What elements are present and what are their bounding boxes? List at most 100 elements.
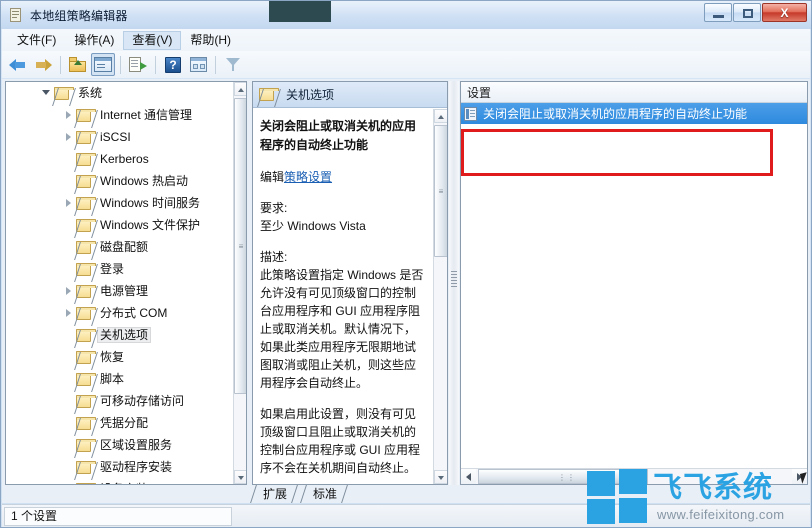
tree-node[interactable]: 系统: [6, 82, 233, 104]
policy-setting-link[interactable]: 策略设置: [284, 170, 332, 184]
chevron-open-icon[interactable]: [40, 82, 54, 104]
tree-node[interactable]: Windows 时间服务: [6, 192, 233, 214]
detail-scroll-thumb[interactable]: ≡: [434, 125, 447, 257]
scroll-up-button[interactable]: [234, 82, 246, 96]
tree-node[interactable]: 脚本: [6, 368, 233, 390]
tree-node-label: iSCSI: [100, 130, 131, 144]
pane-splitter[interactable]: [449, 81, 459, 485]
toolbar-separator: [60, 55, 61, 74]
tree-node[interactable]: 可移动存储访问: [6, 390, 233, 412]
console-tree-scrollbar[interactable]: ≡: [233, 82, 246, 484]
tree-node[interactable]: Windows 热启动: [6, 170, 233, 192]
chevron-closed-icon[interactable]: [62, 302, 76, 324]
detail-header-label: 关机选项: [286, 88, 335, 102]
folder-icon: [76, 328, 96, 342]
toolbar-separator: [155, 55, 156, 74]
menu-file[interactable]: 文件(F): [8, 31, 65, 50]
show-properties-button[interactable]: [91, 53, 115, 76]
scroll-grip-icon: ≡: [438, 187, 444, 196]
folder-icon: [76, 262, 96, 276]
close-button[interactable]: X: [762, 3, 807, 22]
tree-node[interactable]: 恢复: [6, 346, 233, 368]
forward-button[interactable]: [31, 53, 55, 76]
tree-node[interactable]: Internet 通信管理: [6, 104, 233, 126]
menu-help[interactable]: 帮助(H): [181, 31, 240, 50]
detail-pane-scrollbar[interactable]: ≡: [433, 109, 447, 484]
tree-node-label: Windows 热启动: [100, 174, 189, 188]
tree-node[interactable]: 关机选项: [6, 324, 233, 346]
console-tree-pane[interactable]: 系统 Internet 通信管理 iSCSI Kerberos Windows 热启动 W…: [5, 81, 247, 485]
chevron-closed-icon[interactable]: [62, 280, 76, 302]
tree-node[interactable]: 分布式 COM: [6, 302, 233, 324]
back-button[interactable]: [6, 53, 30, 76]
minimize-button[interactable]: [704, 3, 732, 22]
titlebar-artifact: [269, 1, 331, 22]
detail-scroll-down-button[interactable]: [434, 470, 447, 484]
toolbar: ?: [2, 51, 810, 78]
show-hide-console-tree-button[interactable]: [186, 53, 210, 76]
tab-extended[interactable]: 扩展: [253, 485, 295, 503]
chevron-closed-icon[interactable]: [62, 126, 76, 148]
detail-pane-body: 关闭会阻止或取消关机的应用程序的自动终止功能 编辑策略设置 要求: 至少 Win…: [253, 109, 433, 484]
tree-node[interactable]: Windows 文件保护: [6, 214, 233, 236]
show-hide-console-tree-icon: [189, 57, 207, 72]
folder-icon: [76, 482, 96, 484]
up-one-level-button[interactable]: [66, 53, 90, 76]
help-button[interactable]: ?: [161, 53, 185, 76]
menu-view[interactable]: 查看(V): [123, 30, 182, 50]
export-list-button[interactable]: [126, 53, 150, 76]
folder-icon: [76, 218, 96, 232]
folder-icon: [76, 394, 96, 408]
tree-node-label: 区域设置服务: [100, 438, 173, 452]
column-header-setting: 设置: [467, 85, 492, 100]
settings-row[interactable]: 关闭会阻止或取消关机的应用程序的自动终止功能: [461, 103, 807, 124]
settings-rows[interactable]: 关闭会阻止或取消关机的应用程序的自动终止功能: [461, 103, 807, 124]
description-label: 描述:: [260, 250, 288, 264]
filter-button[interactable]: [221, 53, 245, 76]
settings-list-pane[interactable]: 设置 关闭会阻止或取消关机的应用程序的自动终止功能 ⋮⋮: [460, 81, 808, 485]
folder-icon: [76, 460, 96, 474]
tree-node-label: 可移动存储访问: [100, 394, 185, 408]
maximize-button[interactable]: [733, 3, 761, 22]
folder-icon: [76, 196, 96, 210]
tree-node[interactable]: 驱动程序安装: [6, 456, 233, 478]
detail-scroll-up-button[interactable]: [434, 109, 447, 123]
hscroll-left-button[interactable]: [461, 469, 476, 484]
console-tree-list[interactable]: 系统 Internet 通信管理 iSCSI Kerberos Windows 热启动 W…: [6, 82, 233, 484]
filter-icon: [225, 57, 241, 72]
settings-column-header[interactable]: 设置: [461, 82, 807, 103]
folder-icon: [76, 174, 96, 188]
show-properties-icon: [94, 57, 112, 72]
tree-node[interactable]: iSCSI: [6, 126, 233, 148]
hscroll-grip-icon: ⋮⋮: [558, 473, 576, 482]
tree-node[interactable]: 区域设置服务: [6, 434, 233, 456]
scroll-down-button[interactable]: [234, 470, 246, 484]
folder-icon: [54, 86, 74, 100]
hscroll-thumb[interactable]: ⋮⋮: [478, 469, 648, 484]
back-icon: [9, 58, 27, 72]
view-tabstrip: 扩展 标准: [251, 485, 809, 503]
export-list-icon: [129, 57, 147, 72]
tree-node[interactable]: 设备安装: [6, 478, 233, 484]
menu-action[interactable]: 操作(A): [65, 31, 123, 50]
tree-node[interactable]: 磁盘配额: [6, 236, 233, 258]
tree-node[interactable]: Kerberos: [6, 148, 233, 170]
policy-title: 关闭会阻止或取消关机的应用程序的自动终止功能: [260, 119, 417, 152]
chevron-closed-icon[interactable]: [62, 192, 76, 214]
policy-editor-icon: [8, 7, 24, 23]
tab-standard[interactable]: 标准: [303, 485, 345, 503]
scroll-thumb[interactable]: ≡: [234, 98, 246, 394]
tree-node[interactable]: 电源管理: [6, 280, 233, 302]
tree-node-label: 登录: [100, 262, 125, 276]
tree-node[interactable]: 登录: [6, 258, 233, 280]
folder-icon: [76, 240, 96, 254]
tree-node-label: 恢复: [100, 350, 125, 364]
chevron-closed-icon[interactable]: [62, 104, 76, 126]
tree-node[interactable]: 凭据分配: [6, 412, 233, 434]
settings-hscrollbar[interactable]: ⋮⋮: [461, 468, 807, 484]
chevron-closed-icon[interactable]: [62, 478, 76, 484]
